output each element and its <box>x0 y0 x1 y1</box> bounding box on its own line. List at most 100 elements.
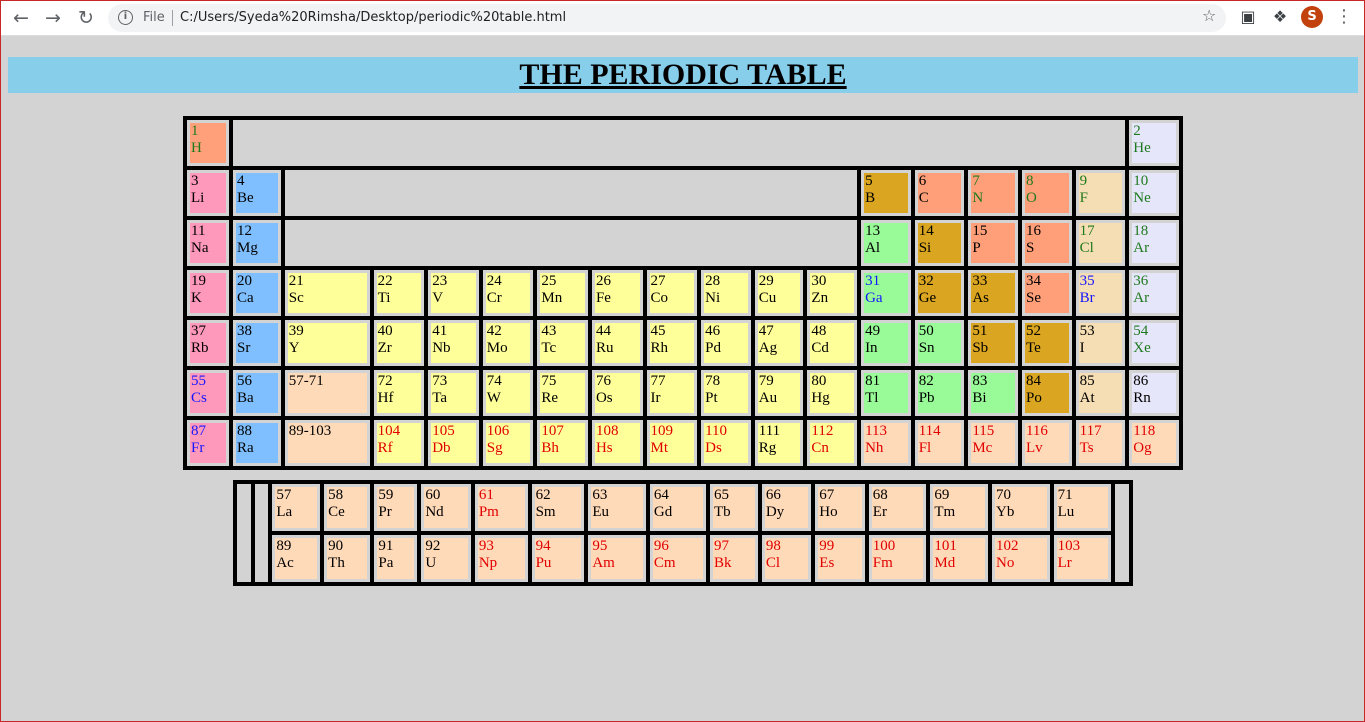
atomic-number: 78 <box>705 373 721 389</box>
element-symbol: Lu <box>1057 504 1075 520</box>
element-symbol: Rb <box>191 340 209 356</box>
element-symbol: O <box>1025 190 1037 206</box>
atomic-number: 9 <box>1079 173 1088 189</box>
atomic-number: 60 <box>425 487 441 503</box>
address-bar[interactable]: i File C:/Users/Syeda%20Rimsha/Desktop/p… <box>108 4 1226 32</box>
atomic-number: 87 <box>191 423 206 439</box>
element-symbol: Bk <box>713 555 732 571</box>
atomic-number: 2 <box>1133 123 1141 139</box>
element-symbol: Pa <box>378 555 394 571</box>
atomic-number: 102 <box>996 538 1019 554</box>
atomic-number: 35 <box>1079 273 1095 289</box>
reload-icon[interactable]: ↻ <box>74 6 98 30</box>
element-symbol: Ba <box>237 390 254 406</box>
atomic-number: 75 <box>541 373 557 389</box>
element-symbol: Ru <box>595 340 614 356</box>
periodic-table-main: 1 H 2 He 3 Li 4 Be 5 B 6 C 7 N 8 O 9 F 10 Ne 11 Na 12 Mg 13 Al 14 S… <box>183 116 1183 470</box>
element-symbol: Zn <box>811 290 829 306</box>
element-symbol: Sc <box>288 290 304 306</box>
element-cell-po: 84 Po <box>1021 370 1072 416</box>
element-symbol: K <box>191 290 202 306</box>
element-cell-yb: 70 Yb <box>992 484 1050 531</box>
element-cell-au: 79 Au <box>754 370 804 416</box>
element-cell-as: 33 As <box>968 270 1018 316</box>
atomic-number: 70 <box>996 487 1011 503</box>
element-cell-mt: 109 Mt <box>646 420 698 466</box>
atomic-number: 48 <box>811 323 827 339</box>
element-cell-np: 93 Np <box>474 535 528 582</box>
url-text[interactable]: C:/Users/Syeda%20Rimsha/Desktop/periodic… <box>180 10 566 25</box>
atomic-number: 34 <box>1025 273 1041 289</box>
file-scheme-label: File <box>143 10 165 25</box>
profile-avatar[interactable]: S <box>1301 6 1323 28</box>
element-symbol: Ac <box>276 555 294 571</box>
element-cell-c: 6C <box>914 170 965 216</box>
screenshot-extension-icon[interactable]: ▣ <box>1237 6 1259 28</box>
element-cell-ti: 22 Ti <box>373 270 425 316</box>
forward-arrow-icon[interactable]: → <box>41 6 65 30</box>
atomic-number: 57 <box>276 487 292 503</box>
element-cell-i: 53 I <box>1075 320 1126 366</box>
element-symbol: He <box>1133 140 1151 156</box>
kebab-menu-icon[interactable]: ⋮ <box>1334 6 1354 28</box>
bookmark-star-icon[interactable]: ☆ <box>1202 6 1216 25</box>
element-cell-tb: 65 Tb <box>709 484 758 531</box>
atomic-number: 3 <box>191 173 199 189</box>
atomic-number: 45 <box>650 323 666 339</box>
empty-gap-cell <box>284 220 858 266</box>
empty-gap-cell <box>233 120 1126 166</box>
atomic-number: 14 <box>918 223 934 239</box>
element-symbol: Br <box>1079 290 1095 306</box>
element-cell-sg: 106 Sg <box>482 420 534 466</box>
element-symbol: Al <box>865 240 881 256</box>
element-symbol: Fr <box>191 440 205 456</box>
element-cell-ar: 36 Ar <box>1129 270 1179 316</box>
element-symbol: Ar <box>1133 240 1150 256</box>
element-symbol: Dy <box>765 504 785 520</box>
element-cell-ag: 47 Ag <box>754 320 804 366</box>
atomic-number: 103 <box>1057 538 1081 554</box>
atomic-number: 29 <box>758 273 774 289</box>
element-cell-zn: 30 Zn <box>807 270 858 316</box>
atomic-number: 113 <box>865 423 888 439</box>
atomic-number: 63 <box>592 487 608 503</box>
element-symbol: Rn <box>1133 390 1151 406</box>
element-cell-sm: 62 Sm <box>531 484 585 531</box>
element-cell-li: 3 Li <box>187 170 230 216</box>
element-symbol: Y <box>288 340 300 356</box>
atomic-number: 112 <box>811 423 834 439</box>
element-cell-rb: 37 Rb <box>187 320 230 366</box>
atomic-number: 18 <box>1133 223 1149 239</box>
element-symbol: Mc <box>972 440 993 456</box>
element-symbol: Nd <box>425 504 444 520</box>
element-cell-fl: 114 Fl <box>914 420 965 466</box>
element-symbol: Bh <box>541 440 559 456</box>
atomic-number: 39 <box>288 323 304 339</box>
element-symbol: Ca <box>237 290 254 306</box>
element-cell-rg: 111 Rg <box>754 420 804 466</box>
info-icon[interactable]: i <box>118 10 133 25</box>
element-symbol: Na <box>191 240 209 256</box>
atomic-number: 55 <box>191 373 206 389</box>
element-cell-og: 118 Og <box>1129 420 1179 466</box>
element-cell-xe: 54 Xe <box>1129 320 1179 366</box>
element-symbol: Rg <box>758 440 777 456</box>
table-row: 11 Na 12 Mg 13 Al 14 Si 15 P 16 S 17 Cl 18 Ar <box>187 220 1179 266</box>
title-banner: THE PERIODIC TABLE <box>8 57 1358 93</box>
atomic-number: 27 <box>650 273 666 289</box>
element-symbol: Cd <box>811 340 829 356</box>
atomic-number: 32 <box>918 273 934 289</box>
element-symbol: No <box>996 555 1015 571</box>
atomic-number: 13 <box>865 223 881 239</box>
atomic-number: 12 <box>237 223 253 239</box>
element-symbol: Yb <box>996 504 1015 520</box>
atomic-number: 82 <box>918 373 934 389</box>
element-cell-mo: 42 Mo <box>482 320 534 366</box>
series-range-cell: 57-71 <box>284 370 370 416</box>
element-cell-sn: 50 Sn <box>914 320 965 366</box>
puzzle-extensions-icon[interactable]: ❖ <box>1269 6 1291 28</box>
element-symbol: Cs <box>191 390 207 406</box>
atomic-number: 111 <box>758 423 781 439</box>
back-arrow-icon[interactable]: ← <box>9 6 33 30</box>
element-symbol: Se <box>1025 290 1041 306</box>
